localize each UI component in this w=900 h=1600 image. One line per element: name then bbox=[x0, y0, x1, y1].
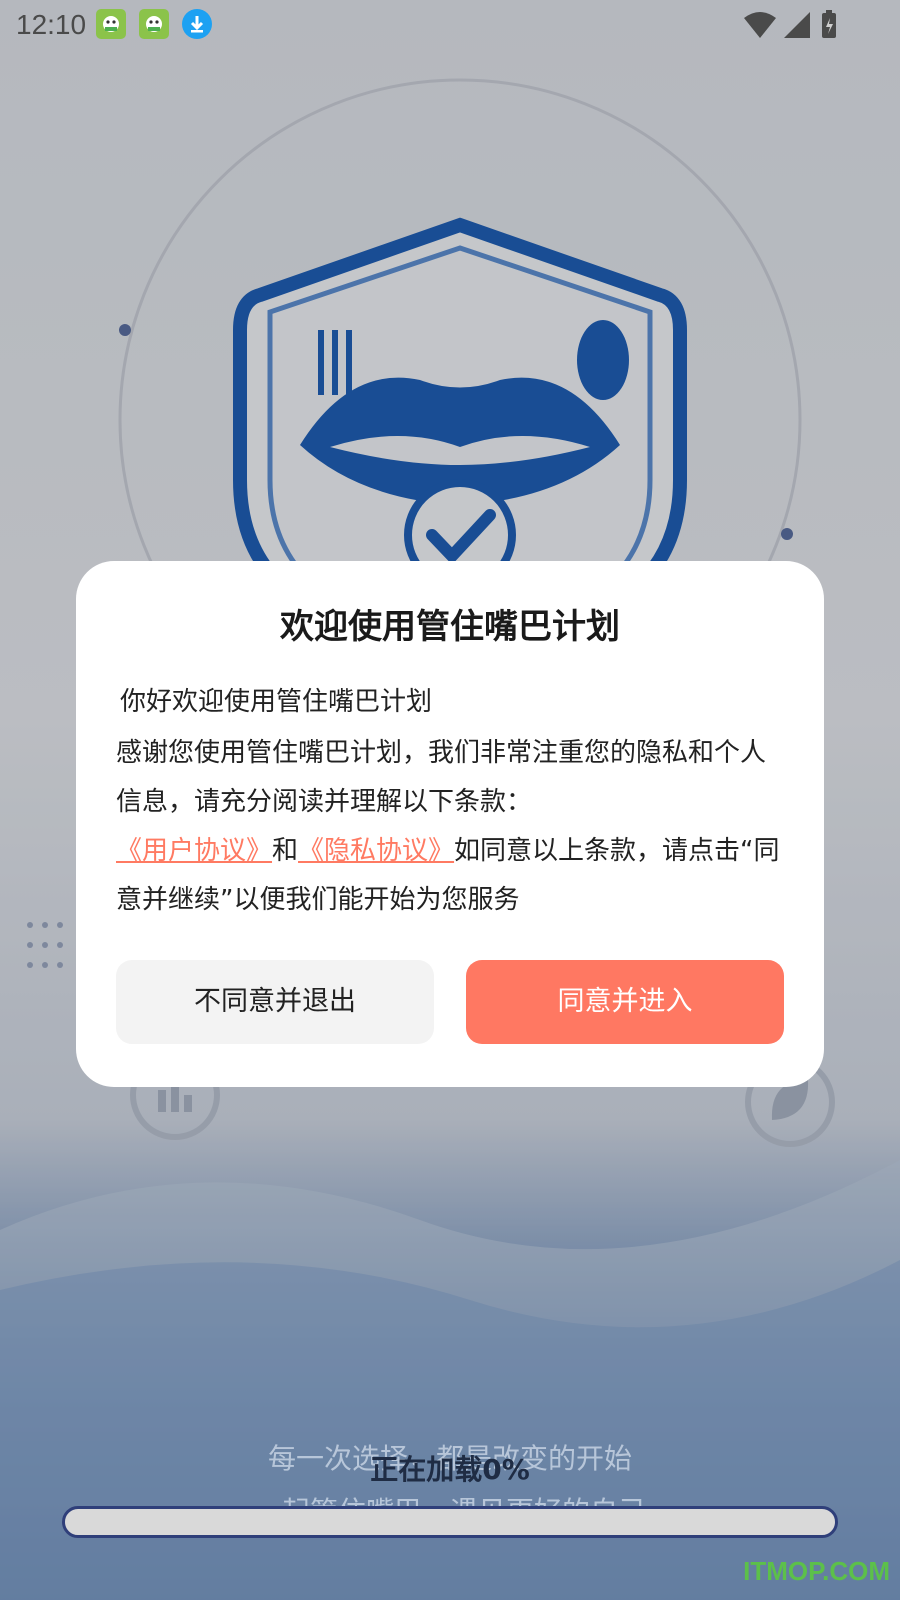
user-agreement-link[interactable]: 《用户协议》 bbox=[116, 836, 272, 866]
dialog-title: 欢迎使用管住嘴巴计划 bbox=[280, 607, 620, 647]
dialog-body-intro: 感谢您使用管住嘴巴计划，我们非常注重您的隐私和个人信息，请充分阅读并理解以下条款… bbox=[116, 738, 767, 817]
watermark: ITMOP.COM bbox=[743, 1556, 890, 1586]
disagree-exit-button[interactable]: 不同意并退出 bbox=[116, 960, 434, 1044]
signal-icon bbox=[784, 12, 810, 38]
status-bar: 12:10 bbox=[0, 0, 900, 48]
app-icon bbox=[96, 9, 126, 39]
privacy-consent-dialog: 欢迎使用管住嘴巴计划 你好欢迎使用管住嘴巴计划 感谢您使用管住嘴巴计划，我们非常… bbox=[76, 561, 824, 1087]
download-icon bbox=[182, 9, 212, 39]
status-time: 12:10 bbox=[16, 9, 87, 40]
privacy-policy-link[interactable]: 《隐私协议》 bbox=[298, 836, 454, 866]
system-status-icons bbox=[744, 10, 836, 38]
agree-enter-button[interactable]: 同意并进入 bbox=[466, 960, 784, 1044]
app-icon bbox=[139, 9, 169, 39]
dialog-greeting: 你好欢迎使用管住嘴巴计划 bbox=[120, 687, 433, 717]
wifi-icon bbox=[744, 12, 776, 38]
loading-progress-bar bbox=[62, 1506, 838, 1538]
loading-status: 正在加载0% bbox=[370, 1453, 530, 1486]
dialog-body-and: 和 bbox=[272, 836, 299, 866]
dialog-body: 感谢您使用管住嘴巴计划，我们非常注重您的隐私和个人信息，请充分阅读并理解以下条款… bbox=[116, 729, 788, 925]
